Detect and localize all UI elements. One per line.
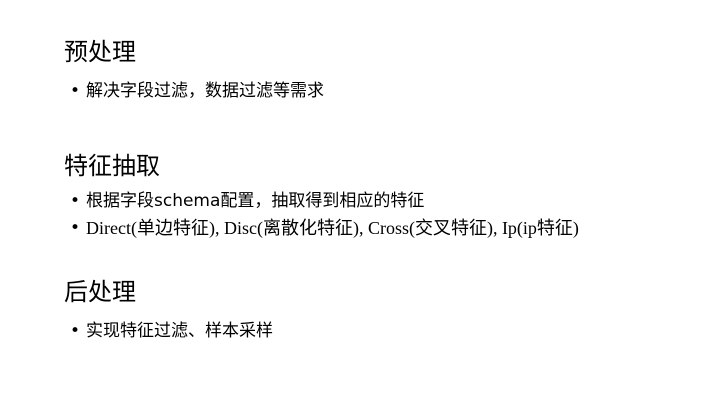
bullet-dot: • — [70, 81, 81, 101]
section-preprocessing: 预处理 • 解决字段过滤，数据过滤等需求 — [64, 36, 704, 105]
bullet-text: Direct(单边特征), Disc(离散化特征), Cross(交叉特征), … — [86, 218, 579, 238]
bullet-dot: • — [70, 191, 81, 211]
bullet-list: • 实现特征过滤、样本采样 — [64, 318, 704, 345]
bullet-text: 解决字段过滤，数据过滤等需求 — [86, 81, 324, 101]
bullet-text: 实现特征过滤、样本采样 — [86, 321, 273, 341]
bullet-list: • 解决字段过滤，数据过滤等需求 — [64, 78, 704, 105]
bullet-item: • 实现特征过滤、样本采样 — [64, 318, 704, 345]
bullet-item: • Direct(单边特征), Disc(离散化特征), Cross(交叉特征)… — [64, 215, 704, 243]
section-heading: 预处理 — [64, 38, 136, 66]
section-heading: 后处理 — [64, 278, 136, 306]
bullet-item: • 根据字段schema配置，抽取得到相应的特征 — [64, 188, 704, 215]
slide: 预处理 • 解决字段过滤，数据过滤等需求 特征抽取 • 根据字段schema配置… — [0, 0, 720, 405]
section-heading: 特征抽取 — [64, 152, 160, 180]
bullet-dot: • — [70, 321, 81, 341]
bullet-item: • 解决字段过滤，数据过滤等需求 — [64, 78, 704, 105]
section-feature-extraction: 特征抽取 • 根据字段schema配置，抽取得到相应的特征 • Direct(单… — [64, 150, 704, 243]
bullet-dot: • — [70, 218, 81, 238]
bullet-text: 根据字段schema配置，抽取得到相应的特征 — [86, 191, 425, 211]
bullet-list: • 根据字段schema配置，抽取得到相应的特征 • Direct(单边特征),… — [64, 188, 704, 243]
section-postprocessing: 后处理 • 实现特征过滤、样本采样 — [64, 276, 704, 345]
